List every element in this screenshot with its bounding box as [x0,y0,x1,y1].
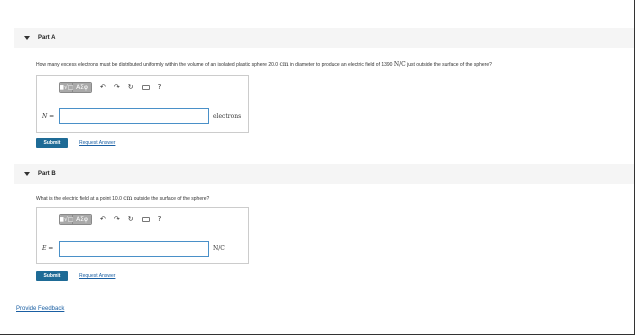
part-b-equals: = [46,245,54,252]
part-a-question: How many excess electrons must be distri… [36,61,492,68]
collapse-triangle-icon[interactable] [24,172,30,176]
part-a-title: Part A [38,35,56,41]
help-icon[interactable]: ? [158,82,162,93]
part-a-question-text-mid: in diameter to produce an electric field… [288,62,394,68]
undo-icon[interactable]: ↶ [100,214,106,225]
keyboard-icon[interactable] [141,217,150,222]
part-b-question-text-end: outside the surface of the sphere? [132,196,210,202]
part-b-variable-label: E = [42,245,53,252]
reset-icon[interactable]: ↻ [128,214,134,225]
part-a-request-answer-link[interactable]: Request Answer [79,140,115,146]
part-a-question-text: How many excess electrons must be distri… [36,62,280,68]
part-a-answer-input[interactable] [59,108,209,124]
part-b-toolbar-group: ■√□ ΑΣφ [59,214,92,225]
part-b-unit-label: N/C [213,245,225,252]
part-b-question-unit-cm: cm [123,195,133,202]
part-b-question-text: What is the electric field at a point 10… [36,196,124,202]
part-a-question-text-end: just outside the surface of the sphere? [405,62,492,68]
part-a-unit-label: electrons [213,113,242,120]
undo-icon[interactable]: ↶ [100,82,106,93]
part-b-question: What is the electric field at a point 10… [36,195,209,202]
collapse-triangle-icon[interactable] [24,36,30,40]
part-a-math-toolbar: ■√□ ΑΣφ ↶ ↷ ↻ ? [59,82,161,93]
part-a-variable-label: N = [42,113,54,120]
part-b-answer-input[interactable] [59,241,209,257]
help-icon[interactable]: ? [158,214,162,225]
part-a-toolbar-group: ■√□ ΑΣφ [59,82,92,93]
template-button[interactable]: ■√□ [60,215,74,224]
part-b-title: Part B [38,171,56,177]
part-b-header[interactable]: Part B [14,164,634,184]
part-b-submit-button[interactable]: Submit [36,271,68,281]
part-b-math-toolbar: ■√□ ΑΣφ ↶ ↷ ↻ ? [59,214,161,225]
part-b-request-answer-link[interactable]: Request Answer [79,273,115,279]
part-a-header[interactable]: Part A [14,28,634,48]
reset-icon[interactable]: ↻ [128,82,134,93]
symbols-button[interactable]: ΑΣφ [73,215,91,224]
part-a-submit-button[interactable]: Submit [36,138,68,148]
symbols-button[interactable]: ΑΣφ [73,83,91,92]
part-a-equals: = [47,113,55,120]
redo-icon[interactable]: ↷ [114,214,120,225]
keyboard-icon[interactable] [141,85,150,90]
part-a-question-unit-nc: N/C [393,61,406,68]
part-a-question-unit-cm: cm [279,61,289,68]
redo-icon[interactable]: ↷ [114,82,120,93]
part-a-answer-box: ■√□ ΑΣφ ↶ ↷ ↻ ? N = electrons [36,75,249,133]
template-button[interactable]: ■√□ [60,83,74,92]
provide-feedback-link[interactable]: Provide Feedback [16,306,64,312]
part-b-answer-box: ■√□ ΑΣφ ↶ ↷ ↻ ? E = N/C [36,207,249,264]
